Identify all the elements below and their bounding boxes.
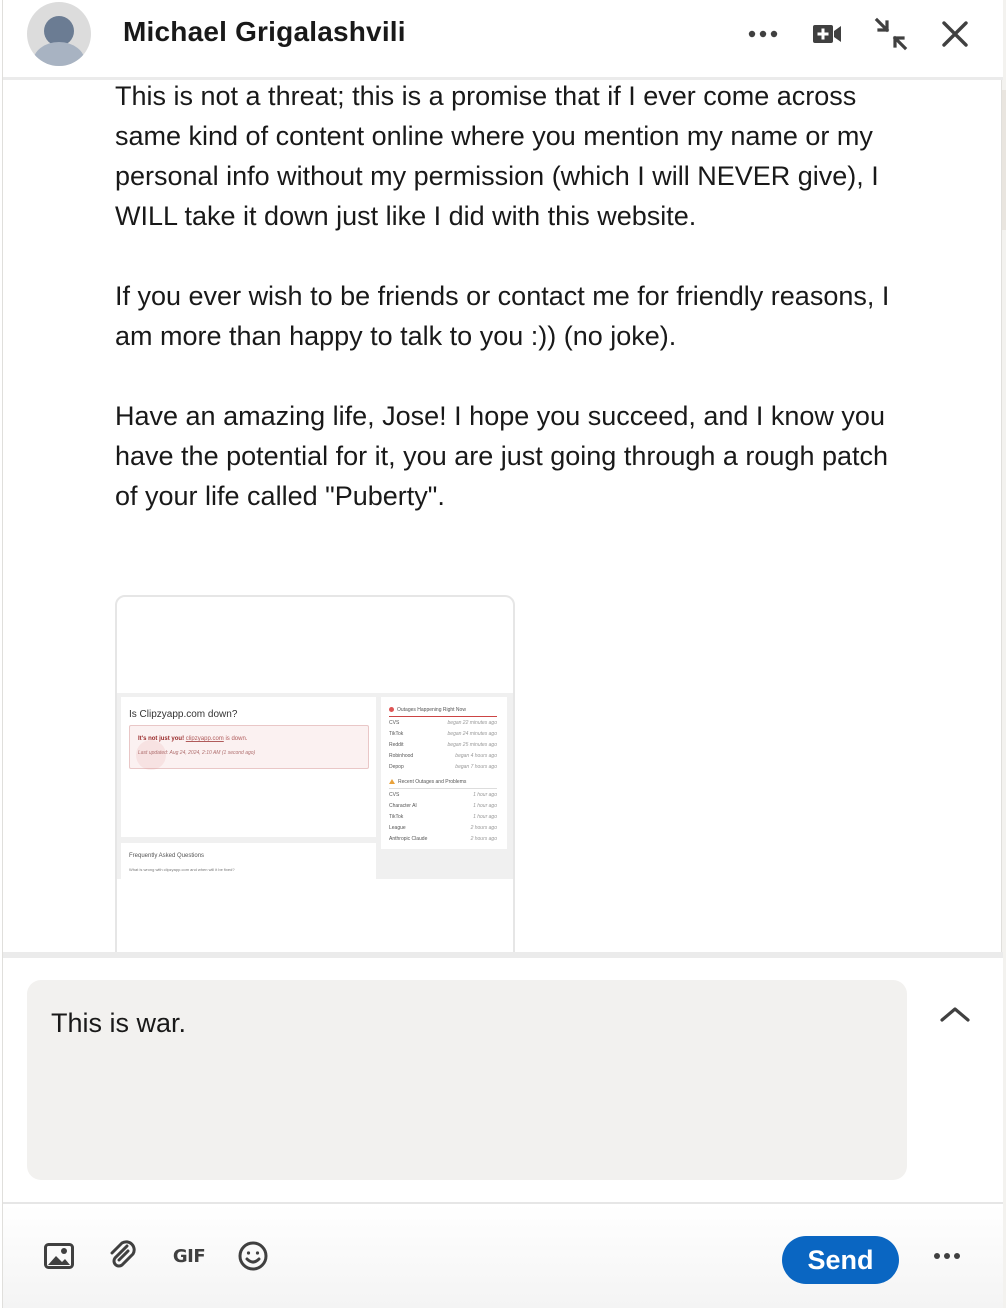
paperclip-icon bbox=[110, 1240, 136, 1268]
emoji-icon bbox=[238, 1241, 268, 1271]
video-call-button[interactable] bbox=[805, 12, 849, 56]
message-thread[interactable]: This is not a threat; this is a promise … bbox=[3, 80, 1003, 952]
attach-file-button[interactable] bbox=[101, 1234, 145, 1278]
composer-toolbar: GIF Send bbox=[3, 1202, 1003, 1308]
faq-title: Frequently Asked Questions bbox=[129, 853, 205, 859]
message-paragraph: Have an amazing life, Jose! I hope you s… bbox=[115, 401, 889, 511]
faq-card: Frequently Asked Questions What is wrong… bbox=[121, 843, 376, 879]
message-composer: This is war. bbox=[3, 952, 1003, 1202]
list-item: TikTok began 24 minutes ago bbox=[389, 731, 497, 737]
more-horizontal-icon bbox=[934, 1253, 960, 1259]
avatar-body bbox=[33, 42, 85, 66]
recent-title: Recent Outages and Problems bbox=[389, 779, 466, 785]
video-call-icon bbox=[813, 25, 841, 43]
message-body: This is not a threat; this is a promise … bbox=[115, 80, 905, 556]
attachment-screenshot: Is Clipzyapp.com down? It's not just you… bbox=[117, 693, 513, 879]
list-item: CVS began 22 minutes ago bbox=[389, 720, 497, 726]
more-send-options-button[interactable] bbox=[925, 1234, 969, 1278]
status-line: It's not just you! clipzyapp.com is down… bbox=[138, 736, 248, 742]
status-box: It's not just you! clipzyapp.com is down… bbox=[129, 725, 369, 770]
list-item: League 2 hours ago bbox=[389, 825, 497, 831]
expand-composer-button[interactable] bbox=[933, 996, 977, 1032]
outages-card: Outages Happening Right Now CVS began 22 … bbox=[381, 697, 507, 849]
chat-header: Michael Grigalashvili bbox=[3, 0, 1003, 80]
status-card: Is Clipzyapp.com down? It's not just you… bbox=[121, 697, 376, 837]
list-item: Character AI 1 hour ago bbox=[389, 803, 497, 809]
avatar[interactable] bbox=[27, 2, 91, 66]
list-item: Depop began 7 hours ago bbox=[389, 764, 497, 770]
list-item: Reddit began 25 minutes ago bbox=[389, 742, 497, 748]
emoji-button[interactable] bbox=[231, 1234, 275, 1278]
last-updated: Last updated: Aug 24, 2024, 2:10 AM (1 s… bbox=[138, 750, 256, 756]
close-icon bbox=[942, 21, 968, 47]
attach-image-button[interactable] bbox=[37, 1234, 81, 1278]
image-icon bbox=[44, 1243, 74, 1269]
status-heading: Is Clipzyapp.com down? bbox=[129, 709, 238, 720]
list-item: Anthropic Claude 2 hours ago bbox=[389, 836, 497, 842]
faq-question: What is wrong with clipzyapp.com and whe… bbox=[129, 867, 235, 872]
contact-name[interactable]: Michael Grigalashvili bbox=[123, 16, 406, 48]
message-paragraph: This is not a threat; this is a promise … bbox=[115, 81, 879, 231]
more-horizontal-icon bbox=[748, 30, 778, 38]
image-attachment[interactable]: Is Clipzyapp.com down? It's not just you… bbox=[115, 595, 515, 952]
list-item: Robinhood began 4 hours ago bbox=[389, 753, 497, 759]
send-button[interactable]: Send bbox=[782, 1236, 899, 1284]
chat-window: Michael Grigalashvili This is not a thre… bbox=[2, 0, 1003, 1308]
chevron-up-icon bbox=[940, 1007, 970, 1022]
gif-button[interactable]: GIF bbox=[167, 1234, 211, 1278]
outages-title: Outages Happening Right Now bbox=[389, 707, 466, 713]
minimize-button[interactable] bbox=[869, 12, 913, 56]
minimize-arrows-icon bbox=[874, 17, 908, 51]
more-options-button[interactable] bbox=[741, 12, 785, 56]
list-item: CVS 1 hour ago bbox=[389, 792, 497, 798]
message-paragraph: If you ever wish to be friends or contac… bbox=[115, 281, 890, 351]
close-button[interactable] bbox=[933, 12, 977, 56]
list-item: TikTok 1 hour ago bbox=[389, 814, 497, 820]
message-input[interactable]: This is war. bbox=[27, 980, 907, 1180]
